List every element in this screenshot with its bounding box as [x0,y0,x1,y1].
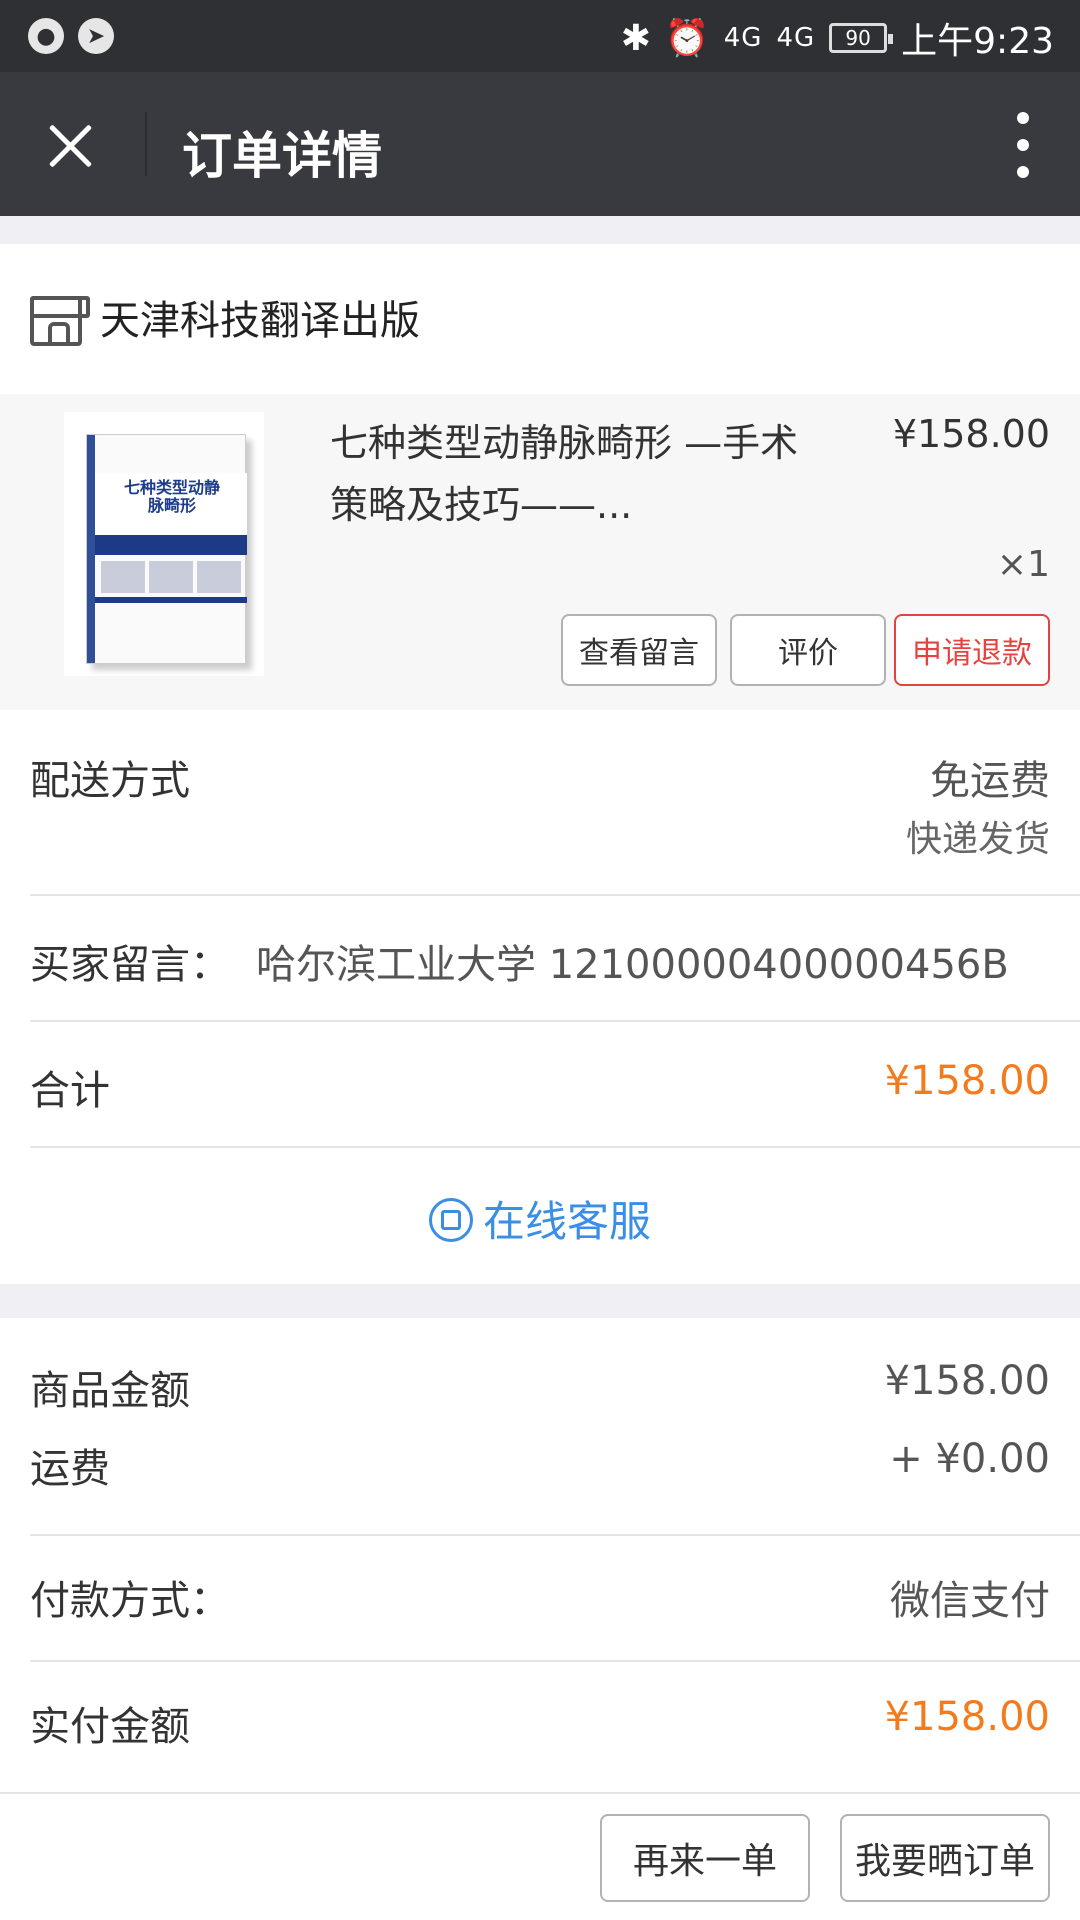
store-icon [30,296,90,346]
divider [30,1020,1080,1022]
divider [30,1660,1080,1662]
more-options-icon[interactable] [1008,112,1038,178]
buyer-message-label: 买家留言： [30,942,230,988]
product-item[interactable]: 七种类型动静脉畸形 七种类型动静脉畸形 —手术策略及技巧——... ¥158.0… [0,394,1080,710]
bottom-action-bar: 再来一单 我要晒订单 [0,1792,1080,1920]
delivery-method: 快递发货 [905,819,1050,860]
product-quantity: ×1 [996,544,1050,585]
title-bar: 订单详情 [0,72,1080,216]
refund-button[interactable]: 申请退款 [894,614,1050,686]
location-icon: ➤ [78,18,114,54]
wechat-icon: ● [28,18,64,54]
divider [30,894,1080,896]
store-name: 天津科技翻译出版 [100,298,420,344]
bluetooth-icon: ✱ [620,17,651,59]
divider [30,1534,1080,1536]
divider [30,1146,1080,1148]
product-price: ¥158.00 [892,412,1050,456]
product-image: 七种类型动静脉畸形 [64,412,264,676]
total-value: ¥158.00 [884,1058,1050,1104]
page-title: 订单详情 [182,127,382,185]
delivery-fee: 免运费 [930,758,1050,804]
shipping-label: 运费 [30,1446,110,1492]
book-cover-title: 七种类型动静脉畸形 [123,478,220,515]
customer-service-label: 在线客服 [482,1197,651,1246]
review-button[interactable]: 评价 [730,614,886,686]
paid-amount-label: 实付金额 [30,1704,190,1750]
view-message-button[interactable]: 查看留言 [561,614,717,686]
goods-amount: ¥158.00 [884,1358,1050,1404]
order-info: 配送方式 免运费 快递发货 买家留言： 哈尔滨工业大学 121000004000… [0,710,1080,1284]
paid-amount: ¥158.00 [884,1694,1050,1740]
customer-service-button[interactable]: 在线客服 [0,1188,1080,1249]
battery-icon: 90 [829,23,894,53]
customer-service-icon [428,1198,473,1242]
close-icon[interactable] [40,116,100,176]
payment-summary: 商品金额 ¥158.00 运费 + ¥0.00 付款方式： 微信支付 实付金额 … [0,1318,1080,1792]
divider [145,112,147,176]
reorder-button[interactable]: 再来一单 [600,1814,810,1902]
buyer-message-value: 哈尔滨工业大学 12100000400000456B [256,942,1009,988]
delivery-label: 配送方式 [30,758,190,804]
alarm-icon: ⏰ [664,18,710,59]
product-name: 七种类型动静脉畸形 —手术策略及技巧——... [330,421,799,527]
total-label: 合计 [30,1068,110,1114]
share-order-button[interactable]: 我要晒订单 [840,1814,1050,1902]
payment-method: 微信支付 [890,1578,1050,1624]
shipping-amount: + ¥0.00 [889,1436,1050,1482]
signal-icon-2: 4G [776,23,816,53]
status-bar: ● ➤ ✱ ⏰ 4G 4G 90 上午9:23 [0,0,1080,72]
store-header[interactable]: 天津科技翻译出版 [0,244,1080,394]
signal-icon: 4G [723,23,763,53]
clock: 上午9:23 [901,21,1054,62]
payment-method-label: 付款方式： [30,1578,230,1624]
goods-amount-label: 商品金额 [30,1368,190,1414]
